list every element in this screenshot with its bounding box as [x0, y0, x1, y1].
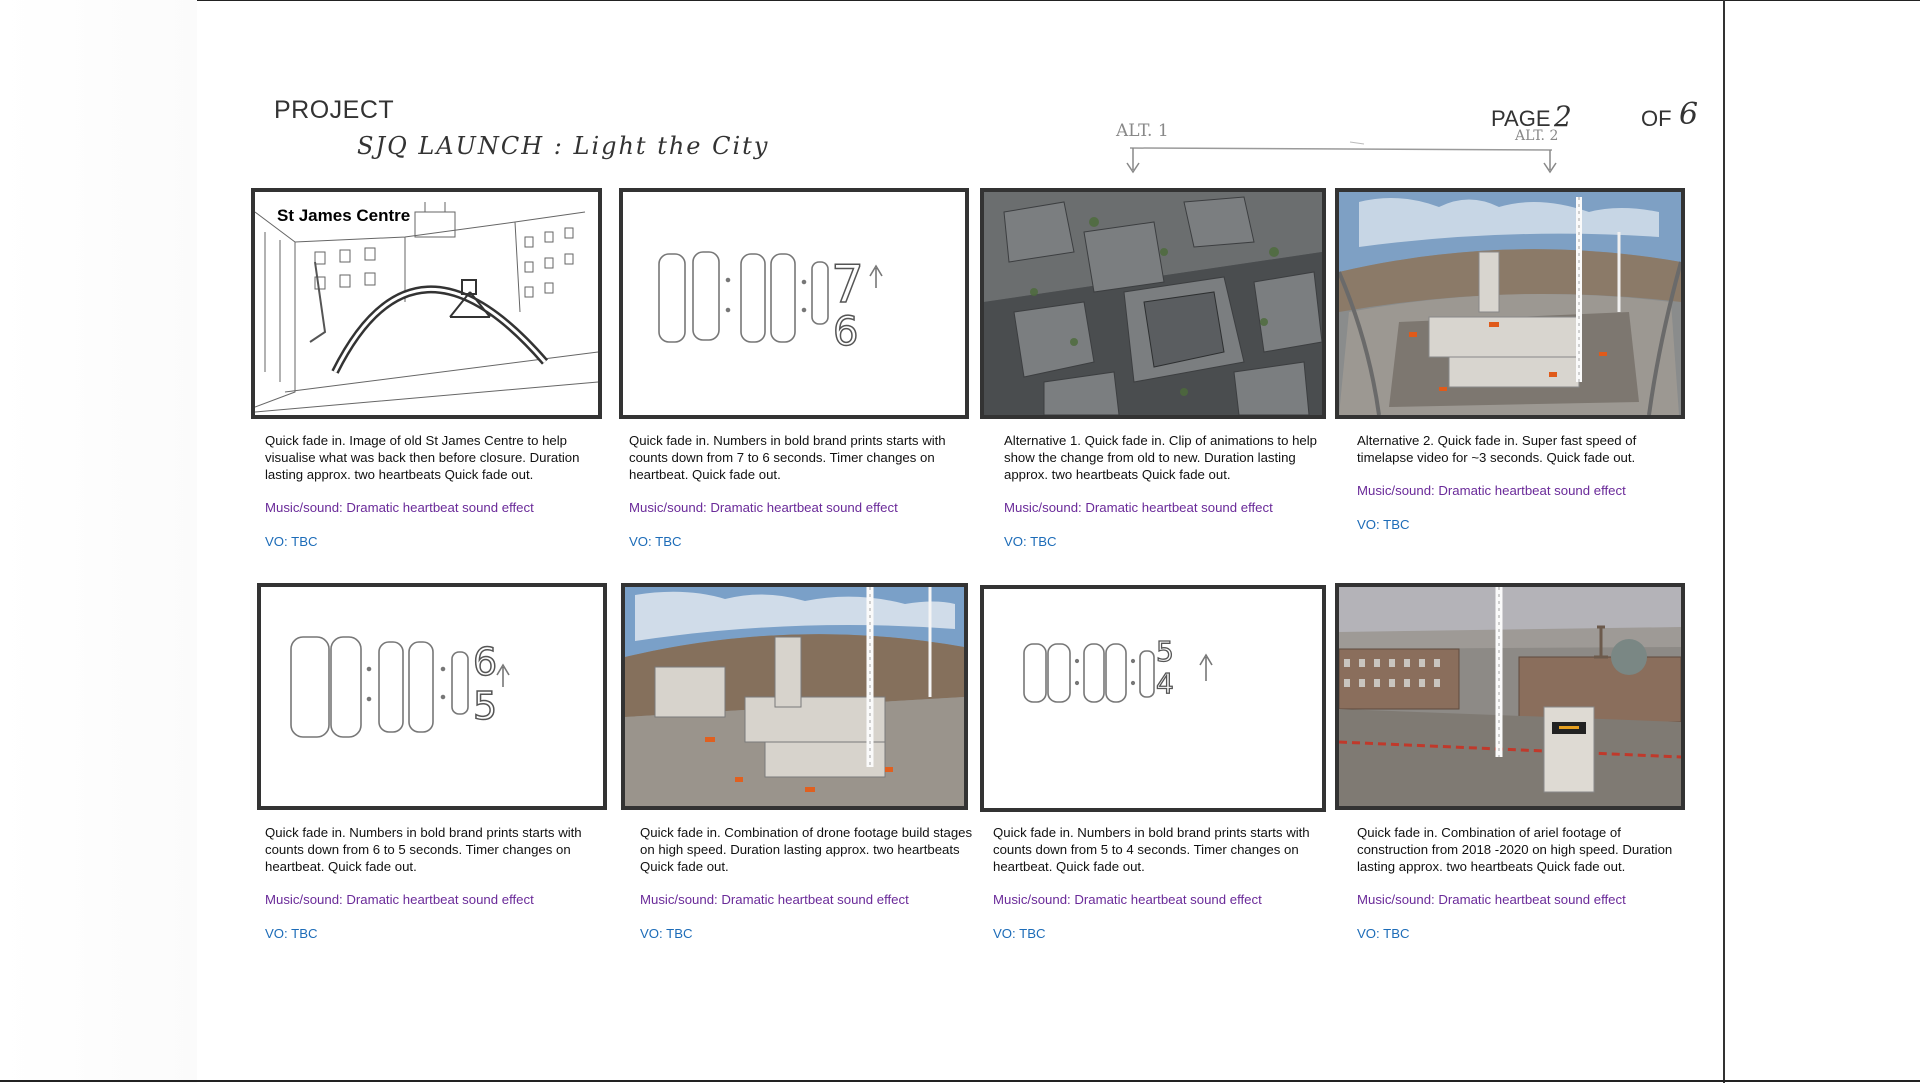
alt-1-label: ALT. 1 [1116, 121, 1169, 141]
storyboard-panel-7[interactable]: 5 4 [980, 585, 1326, 812]
aerial-city-render-image [984, 192, 1322, 415]
page-border-bottom [0, 1080, 1920, 1082]
panel-image-title: St James Centre [277, 206, 411, 225]
panel-3-vo: VO: TBC [1004, 534, 1057, 549]
storyboard-panel-1[interactable]: St James Centre [251, 188, 602, 419]
panel-1-description: Quick fade in. Image of old St James Cen… [265, 433, 580, 482]
storyboard-panel-2[interactable]: 7 6 [619, 188, 969, 419]
panel-6-description: Quick fade in. Combination of drone foot… [640, 825, 973, 874]
timer-next-digit: 4 [1156, 667, 1174, 700]
construction-timelapse-image [1339, 192, 1681, 415]
timer-main-digit: 5 [1156, 635, 1174, 668]
storyboard-panel-4[interactable] [1335, 188, 1685, 419]
of-label: OF [1641, 106, 1672, 131]
timer-sketch-image: 5 4 [1023, 634, 1213, 703]
panel-7-music: Music/sound: Dramatic heartbeat sound ef… [993, 892, 1262, 907]
page-border-right [1723, 0, 1725, 1083]
drone-construction-image [625, 587, 964, 806]
panel-4-vo: VO: TBC [1357, 517, 1410, 532]
panel-7-description: Quick fade in. Numbers in bold brand pri… [993, 825, 1310, 874]
panel-2-description: Quick fade in. Numbers in bold brand pri… [629, 433, 946, 482]
storyboard-panel-6[interactable] [621, 583, 968, 810]
aerial-construction-image [1339, 587, 1681, 806]
left-margin [0, 0, 197, 1083]
panel-3-music: Music/sound: Dramatic heartbeat sound ef… [1004, 500, 1273, 515]
panel-8-music: Music/sound: Dramatic heartbeat sound ef… [1357, 892, 1626, 907]
panel-2-vo: VO: TBC [629, 534, 682, 549]
panel-1-music: Music/sound: Dramatic heartbeat sound ef… [265, 500, 534, 515]
page-border-top [0, 0, 1920, 1]
panel-4-description: Alternative 2. Quick fade in. Super fast… [1357, 433, 1637, 465]
alt-bracket [1126, 141, 1557, 174]
panel-5-vo: VO: TBC [265, 926, 318, 941]
storyboard-panel-5[interactable]: 6 5 [257, 583, 607, 810]
total-pages: 6 [1679, 97, 1699, 132]
panel-1-vo: VO: TBC [265, 534, 318, 549]
timer-next-digit: 5 [473, 684, 497, 728]
project-label: PROJECT [274, 96, 395, 124]
panel-3-description: Alternative 1. Quick fade in. Clip of an… [1004, 433, 1318, 482]
project-title: SJQ LAUNCH : Light the City [357, 132, 770, 160]
panel-6-vo: VO: TBC [640, 926, 693, 941]
timer-sketch-image: 7 6 [658, 251, 883, 356]
panel-7-vo: VO: TBC [993, 926, 1046, 941]
panel-5-music: Music/sound: Dramatic heartbeat sound ef… [265, 892, 534, 907]
panel-2-music: Music/sound: Dramatic heartbeat sound ef… [629, 500, 898, 515]
panel-5-description: Quick fade in. Numbers in bold brand pri… [265, 825, 582, 874]
timer-next-digit: 6 [833, 309, 858, 355]
panel-4-music: Music/sound: Dramatic heartbeat sound ef… [1357, 483, 1626, 498]
timer-main-digit: 6 [473, 640, 497, 684]
storyboard-panel-3[interactable] [980, 188, 1326, 419]
panel-8-vo: VO: TBC [1357, 926, 1410, 941]
timer-sketch-image: 6 5 [290, 636, 510, 738]
timer-main-digit: 7 [831, 255, 864, 315]
storyboard-panel-8[interactable] [1335, 583, 1685, 810]
panel-8-description: Quick fade in. Combination of ariel foot… [1357, 825, 1673, 874]
alt-2-label: ALT. 2 [1515, 128, 1559, 144]
panel-6-music: Music/sound: Dramatic heartbeat sound ef… [640, 892, 909, 907]
